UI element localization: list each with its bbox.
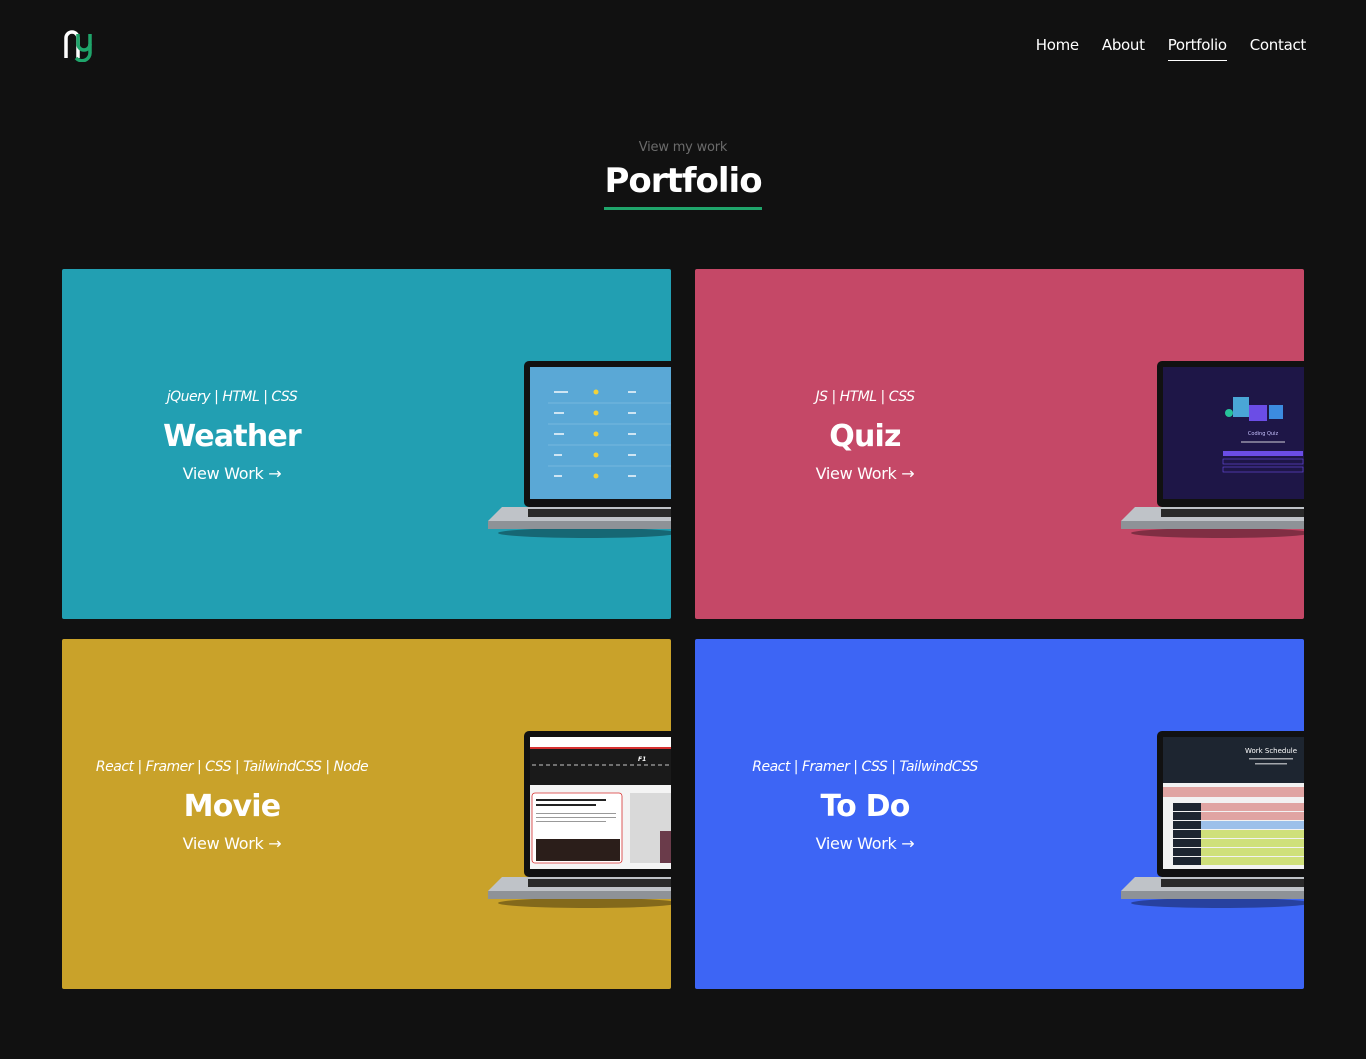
laptop-mockup — [488, 361, 671, 538]
view-work-link[interactable]: View Work → — [183, 834, 282, 853]
logo-icon[interactable] — [60, 30, 92, 62]
project-card-text: React | Framer | CSS | TailwindCSS | Nod… — [62, 759, 402, 853]
project-card-text: JS | HTML | CSS Quiz View Work → — [695, 389, 1035, 483]
section-title: Portfolio — [604, 161, 763, 210]
nav-about[interactable]: About — [1102, 36, 1145, 60]
project-card-movie[interactable]: React | Framer | CSS | TailwindCSS | Nod… — [62, 639, 671, 989]
todo-screen-title: Work Schedule — [1245, 747, 1297, 755]
view-work-link[interactable]: View Work → — [816, 834, 915, 853]
laptop-mockup: Work Schedule — [1121, 731, 1304, 908]
view-work-link[interactable]: View Work → — [183, 464, 282, 483]
project-tech: React | Framer | CSS | TailwindCSS — [752, 759, 978, 775]
main-nav: Home About Portfolio Contact — [1036, 36, 1306, 61]
project-title: Weather — [163, 419, 302, 454]
project-tech: React | Framer | CSS | TailwindCSS | Nod… — [95, 759, 369, 775]
project-card-text: jQuery | HTML | CSS Weather View Work → — [62, 389, 402, 483]
laptop-mockup: F1 — [488, 731, 671, 908]
project-grid: jQuery | HTML | CSS Weather View Work → — [62, 269, 1304, 989]
project-card-text: React | Framer | CSS | TailwindCSS To Do… — [695, 759, 1035, 853]
project-title: To Do — [820, 789, 910, 824]
project-card-quiz[interactable]: JS | HTML | CSS Quiz View Work → Coding … — [695, 269, 1304, 619]
view-work-link[interactable]: View Work → — [816, 464, 915, 483]
project-card-weather[interactable]: jQuery | HTML | CSS Weather View Work → — [62, 269, 671, 619]
project-tech: jQuery | HTML | CSS — [166, 389, 298, 405]
nav-portfolio[interactable]: Portfolio — [1167, 36, 1227, 61]
nav-contact[interactable]: Contact — [1250, 36, 1307, 60]
nav-home[interactable]: Home — [1036, 36, 1079, 60]
project-title: Quiz — [829, 419, 901, 454]
portfolio-header: View my work Portfolio — [0, 140, 1366, 210]
project-tech: JS | HTML | CSS — [815, 389, 915, 405]
project-card-todo[interactable]: React | Framer | CSS | TailwindCSS To Do… — [695, 639, 1304, 989]
laptop-mockup: Coding Quiz — [1121, 361, 1304, 538]
quiz-screen-title: Coding Quiz — [1248, 431, 1279, 437]
project-title: Movie — [183, 789, 281, 824]
movie-screen-brand: F1 — [638, 756, 646, 763]
section-subtitle: View my work — [638, 140, 728, 155]
